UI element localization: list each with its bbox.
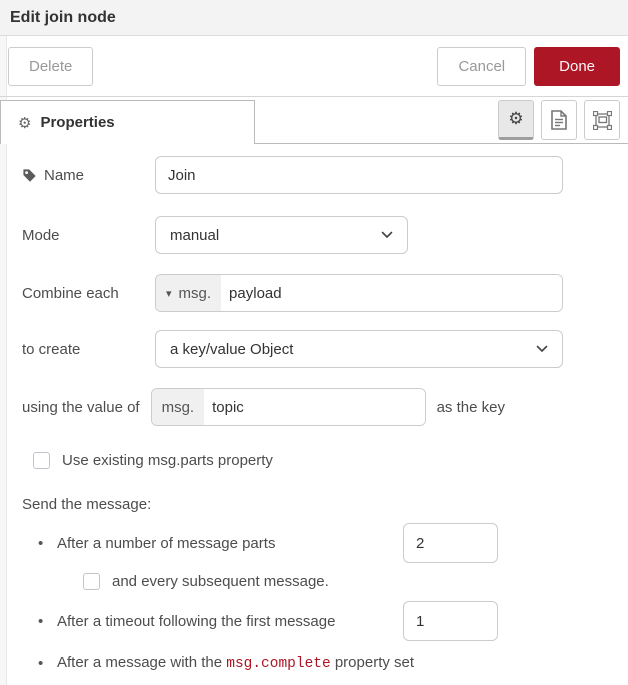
appearance-button[interactable]	[584, 100, 620, 140]
properties-form: Name Mode manual Combine each ▾ msg. to …	[0, 144, 628, 672]
combine-typed-input: ▾ msg.	[155, 274, 563, 312]
cancel-button[interactable]: Cancel	[437, 47, 526, 86]
name-row: Name	[22, 156, 628, 194]
subsequent-row: and every subsequent message.	[22, 573, 628, 590]
chevron-down-icon	[381, 231, 393, 239]
dialog-title: Edit join node	[0, 0, 628, 36]
timeout-label: After a timeout following the first mess…	[57, 613, 403, 630]
subsequent-label: and every subsequent message.	[112, 573, 329, 590]
count-row: • After a number of message parts	[22, 523, 628, 563]
selection-frame-icon	[593, 111, 612, 130]
tab-properties-label: Properties	[40, 114, 114, 131]
key-row: using the value of msg. as the key	[22, 388, 628, 426]
combine-label: Combine each	[22, 285, 155, 302]
count-input[interactable]	[403, 523, 498, 563]
mode-select[interactable]: manual	[155, 216, 408, 254]
mode-row: Mode manual	[22, 216, 628, 254]
gear-icon: ⚙	[508, 109, 523, 129]
tag-icon	[22, 168, 37, 183]
combine-value-input[interactable]	[221, 275, 562, 311]
caret-down-icon: ▾	[166, 287, 172, 300]
combine-row: Combine each ▾ msg.	[22, 274, 628, 312]
mode-label: Mode	[22, 227, 155, 244]
msg-complete-code: msg.complete	[226, 656, 330, 672]
name-input[interactable]	[155, 156, 563, 194]
combine-type-button[interactable]: ▾ msg.	[156, 275, 221, 311]
key-value-input[interactable]	[204, 389, 424, 425]
document-icon	[551, 110, 567, 130]
to-create-label: to create	[22, 341, 155, 358]
key-row-after-label: as the key	[437, 399, 505, 416]
mode-selected-value: manual	[170, 227, 219, 244]
key-prefix-label-box: msg.	[152, 389, 205, 425]
use-parts-checkbox[interactable]	[33, 452, 50, 469]
to-create-row: to create a key/value Object	[22, 330, 628, 368]
key-row-before-label: using the value of	[22, 399, 140, 416]
bullet-icon: •	[38, 535, 57, 552]
description-button[interactable]	[541, 100, 577, 140]
timeout-row: • After a timeout following the first me…	[22, 601, 628, 641]
chevron-down-icon	[536, 345, 548, 353]
delete-button[interactable]: Delete	[8, 47, 93, 86]
subsequent-checkbox[interactable]	[83, 573, 100, 590]
tab-action-buttons: ⚙	[498, 100, 620, 140]
complete-label-before: After a message with the	[57, 654, 226, 671]
use-parts-label: Use existing msg.parts property	[62, 452, 273, 469]
key-typed-input: msg.	[151, 388, 426, 426]
bullet-icon: •	[38, 655, 57, 672]
use-parts-row: Use existing msg.parts property	[22, 452, 628, 469]
properties-gear-button[interactable]: ⚙	[498, 100, 534, 140]
tab-properties[interactable]: ⚙ Properties	[0, 100, 255, 144]
timeout-input[interactable]	[403, 601, 498, 641]
combine-prefix-label: msg.	[179, 285, 212, 302]
complete-row: • After a message with the msg.complete …	[22, 654, 628, 672]
build-selected-value: a key/value Object	[170, 341, 293, 358]
count-label: After a number of message parts	[57, 535, 403, 552]
complete-label-after: property set	[331, 654, 414, 671]
dialog-toolbar: Delete Cancel Done	[0, 36, 628, 97]
editor-tab-bar: ⚙ Properties ⚙	[0, 97, 628, 144]
name-label-group: Name	[22, 167, 155, 184]
key-prefix-label: msg.	[162, 399, 195, 416]
gear-icon: ⚙	[18, 114, 31, 132]
build-select[interactable]: a key/value Object	[155, 330, 563, 368]
send-message-heading: Send the message:	[22, 496, 628, 513]
done-button[interactable]: Done	[534, 47, 620, 86]
bullet-icon: •	[38, 613, 57, 630]
complete-label: After a message with the msg.complete pr…	[57, 654, 414, 672]
name-label: Name	[44, 167, 84, 184]
